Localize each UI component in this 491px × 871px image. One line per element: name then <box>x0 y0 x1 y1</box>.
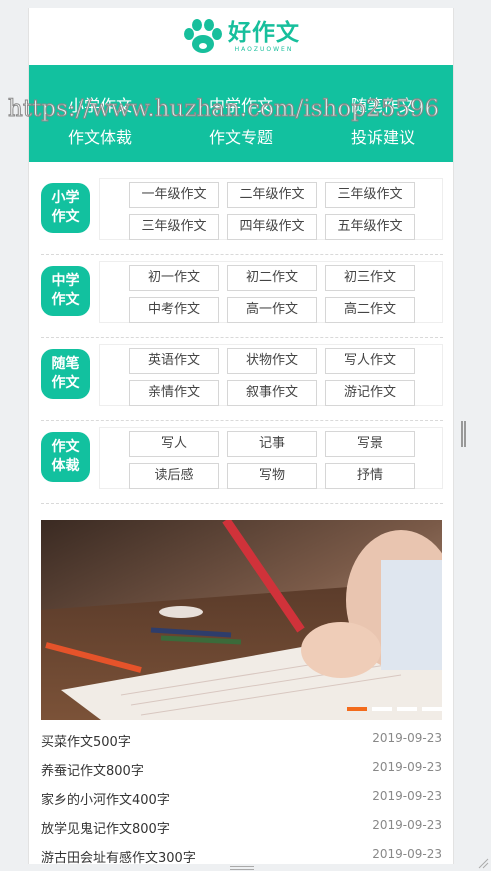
category-link[interactable]: 高二作文 <box>325 297 415 323</box>
bottom-drag-handle[interactable] <box>230 866 254 870</box>
category-link[interactable]: 读后感 <box>129 463 219 489</box>
article-date: 2019-09-23 <box>372 847 442 861</box>
category-link[interactable]: 五年级作文 <box>325 214 415 240</box>
category-link[interactable]: 写物 <box>227 463 317 489</box>
article-date: 2019-09-23 <box>372 818 442 832</box>
category-link[interactable]: 记事 <box>227 431 317 457</box>
category-link[interactable]: 三年级作文 <box>129 214 219 240</box>
category-link[interactable]: 中考作文 <box>129 297 219 323</box>
category-link[interactable]: 高一作文 <box>227 297 317 323</box>
article-date: 2019-09-23 <box>372 731 442 745</box>
logo[interactable]: 好作文 HAOZUOWEN <box>182 18 300 55</box>
scrollbar-handle[interactable] <box>461 421 466 447</box>
article-date: 2019-09-23 <box>372 760 442 774</box>
nav-link-primary-composition[interactable]: 小学作文 <box>68 92 132 116</box>
child-writing-photo <box>41 520 442 720</box>
carousel-dot[interactable] <box>372 707 392 711</box>
nav-link-middle-school-composition[interactable]: 中学作文 <box>209 92 273 116</box>
category-link[interactable]: 四年级作文 <box>227 214 317 240</box>
category-links: 写人 记事 写景 读后感 写物 抒情 <box>99 427 443 489</box>
nav-link-essay[interactable]: 随笔作文 <box>351 92 415 116</box>
category-links: 一年级作文 二年级作文 三年级作文 三年级作文 四年级作文 五年级作文 <box>99 178 443 240</box>
carousel-indicators <box>347 707 442 711</box>
category-primary: 小学 作文 一年级作文 二年级作文 三年级作文 三年级作文 四年级作文 五年级作文 <box>41 172 443 255</box>
category-badge[interactable]: 中学 作文 <box>41 266 90 316</box>
category-link[interactable]: 叙事作文 <box>227 380 317 406</box>
logo-title: 好作文 <box>228 19 300 46</box>
category-link[interactable]: 状物作文 <box>227 348 317 374</box>
category-link[interactable]: 初二作文 <box>227 265 317 291</box>
category-essay: 随笔 作文 英语作文 状物作文 写人作文 亲情作文 叙事作文 游记作文 <box>41 338 443 421</box>
category-link[interactable]: 英语作文 <box>129 348 219 374</box>
carousel-dot[interactable] <box>397 707 417 711</box>
category-badge[interactable]: 小学 作文 <box>41 183 90 233</box>
category-link[interactable]: 一年级作文 <box>129 182 219 208</box>
category-link[interactable]: 初三作文 <box>325 265 415 291</box>
category-link[interactable]: 初一作文 <box>129 265 219 291</box>
resize-grip-icon[interactable] <box>477 857 489 869</box>
list-item[interactable]: 游古田会址有感作文300字 2019-09-23 <box>41 847 442 864</box>
paw-logo-icon <box>184 18 222 53</box>
category-middle-school: 中学 作文 初一作文 初二作文 初三作文 中考作文 高一作文 高二作文 <box>41 255 443 338</box>
category-links: 初一作文 初二作文 初三作文 中考作文 高一作文 高二作文 <box>99 261 443 323</box>
header: 好作文 HAOZUOWEN <box>29 8 453 65</box>
page-container: 好作文 HAOZUOWEN 小学作文 中学作文 随笔作文 作文体裁 作文专题 投… <box>28 8 454 864</box>
article-title[interactable]: 买菜作文500字 <box>41 731 131 750</box>
category-link[interactable]: 三年级作文 <box>325 182 415 208</box>
category-link[interactable]: 亲情作文 <box>129 380 219 406</box>
list-item[interactable]: 放学见鬼记作文800字 2019-09-23 <box>41 818 442 838</box>
nav-link-genre[interactable]: 作文体裁 <box>68 124 132 148</box>
category-link[interactable]: 抒情 <box>325 463 415 489</box>
banner-carousel[interactable] <box>41 520 442 720</box>
logo-subtitle: HAOZUOWEN <box>234 46 294 53</box>
category-badge[interactable]: 随笔 作文 <box>41 349 90 399</box>
article-title[interactable]: 放学见鬼记作文800字 <box>41 818 170 837</box>
category-link[interactable]: 写人作文 <box>325 348 415 374</box>
list-item[interactable]: 买菜作文500字 2019-09-23 <box>41 731 442 751</box>
article-title[interactable]: 养蚕记作文800字 <box>41 760 144 779</box>
article-date: 2019-09-23 <box>372 789 442 803</box>
top-navigation: 小学作文 中学作文 随笔作文 作文体裁 作文专题 投诉建议 <box>29 65 453 162</box>
article-title[interactable]: 家乡的小河作文400字 <box>41 789 170 808</box>
category-badge[interactable]: 作文 体裁 <box>41 432 90 482</box>
article-title[interactable]: 游古田会址有感作文300字 <box>41 847 196 864</box>
carousel-dot[interactable] <box>422 707 442 711</box>
nav-link-topics[interactable]: 作文专题 <box>209 124 273 148</box>
category-link[interactable]: 二年级作文 <box>227 182 317 208</box>
nav-link-feedback[interactable]: 投诉建议 <box>351 124 415 148</box>
category-link[interactable]: 写人 <box>129 431 219 457</box>
list-item[interactable]: 家乡的小河作文400字 2019-09-23 <box>41 789 442 809</box>
category-genre: 作文 体裁 写人 记事 写景 读后感 写物 抒情 <box>41 421 443 504</box>
list-item[interactable]: 养蚕记作文800字 2019-09-23 <box>41 760 442 780</box>
category-links: 英语作文 状物作文 写人作文 亲情作文 叙事作文 游记作文 <box>99 344 443 406</box>
category-link[interactable]: 游记作文 <box>325 380 415 406</box>
category-link[interactable]: 写景 <box>325 431 415 457</box>
carousel-dot-active[interactable] <box>347 707 367 711</box>
